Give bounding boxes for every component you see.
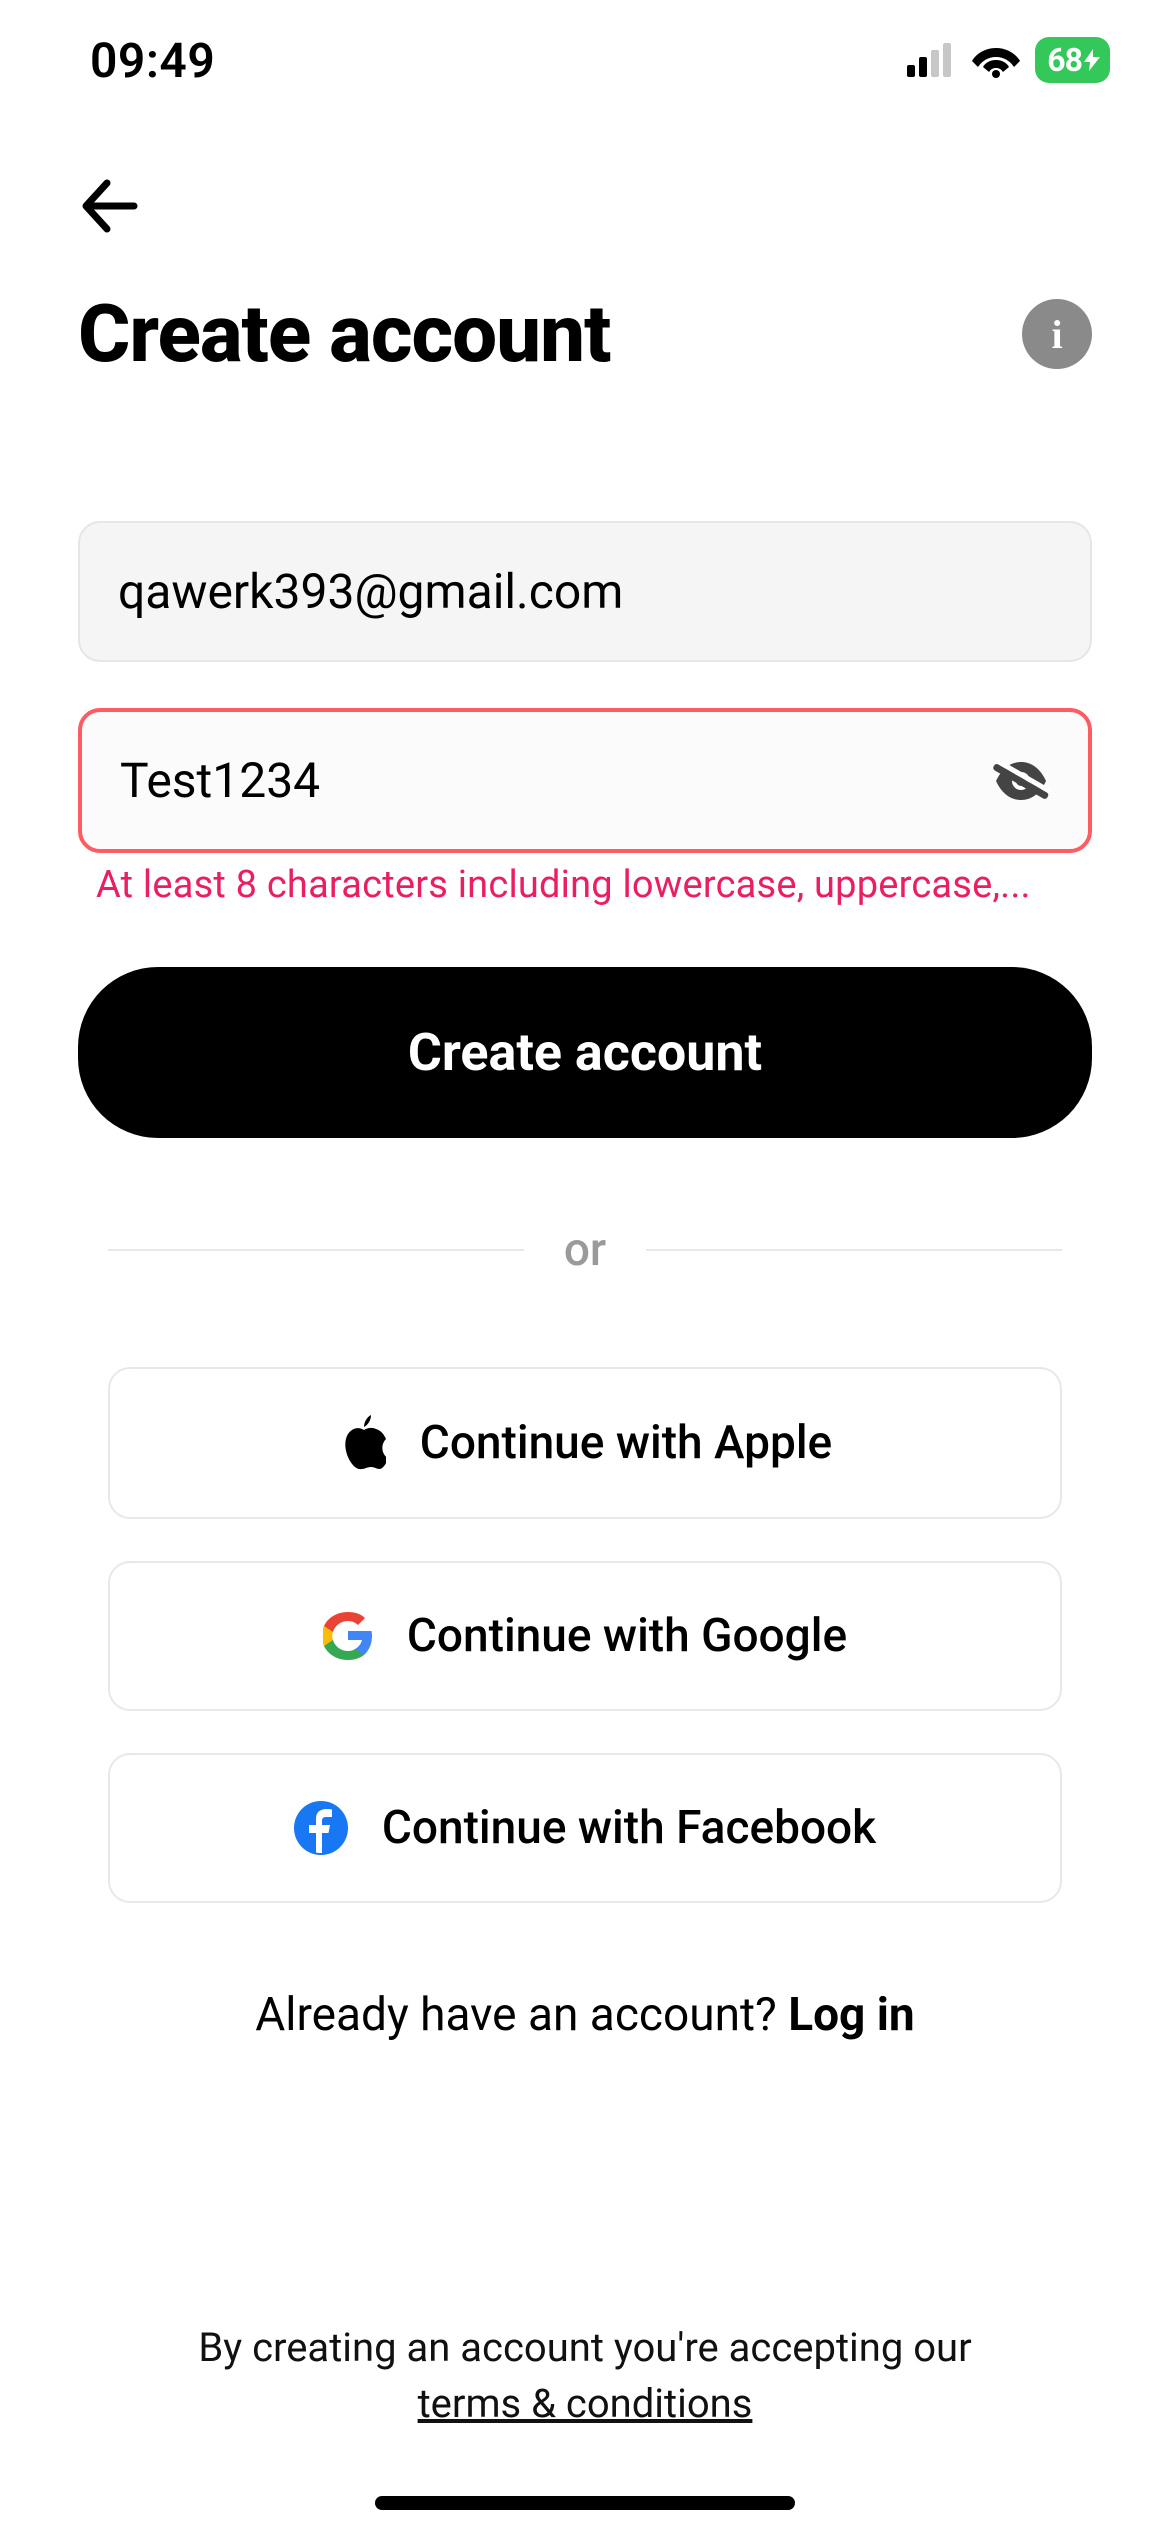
password-field[interactable]: Test1234 xyxy=(78,708,1092,853)
create-account-button[interactable]: Create account xyxy=(78,967,1092,1138)
divider-line-left xyxy=(108,1249,524,1251)
continue-facebook-button[interactable]: Continue with Facebook xyxy=(108,1753,1062,1903)
facebook-icon xyxy=(294,1801,348,1855)
login-prompt-text: Already have an account? xyxy=(255,1988,788,2042)
battery-indicator: 68 xyxy=(1035,37,1110,83)
page-title: Create account xyxy=(78,287,610,381)
divider-text: or xyxy=(564,1223,606,1277)
apple-icon xyxy=(338,1415,386,1471)
terms-block: By creating an account you're accepting … xyxy=(0,2320,1170,2432)
continue-apple-button[interactable]: Continue with Apple xyxy=(108,1367,1062,1519)
home-indicator[interactable] xyxy=(375,2496,795,2510)
divider-line-right xyxy=(646,1249,1062,1251)
login-link[interactable]: Log in xyxy=(788,1988,915,2042)
terms-link[interactable]: terms & conditions xyxy=(0,2376,1170,2432)
password-value: Test1234 xyxy=(120,752,992,809)
email-value: qawerk393@gmail.com xyxy=(118,563,1052,620)
terms-text: By creating an account you're accepting … xyxy=(0,2320,1170,2376)
login-prompt: Already have an account? Log in xyxy=(78,1988,1092,2042)
facebook-label: Continue with Facebook xyxy=(382,1801,876,1855)
google-label: Continue with Google xyxy=(407,1609,847,1663)
apple-label: Continue with Apple xyxy=(420,1416,832,1470)
divider: or xyxy=(108,1223,1062,1277)
eye-off-icon[interactable] xyxy=(992,756,1050,806)
back-icon[interactable] xyxy=(78,175,1092,237)
cellular-icon xyxy=(907,43,957,77)
wifi-icon xyxy=(971,42,1021,78)
password-error-text: At least 8 characters including lowercas… xyxy=(78,863,1092,907)
continue-google-button[interactable]: Continue with Google xyxy=(108,1561,1062,1711)
status-time: 09:49 xyxy=(90,32,215,89)
status-bar: 09:49 68 xyxy=(0,0,1170,120)
create-account-label: Create account xyxy=(408,1022,762,1083)
battery-percent: 68 xyxy=(1047,41,1082,79)
info-icon[interactable]: i xyxy=(1022,299,1092,369)
email-field[interactable]: qawerk393@gmail.com xyxy=(78,521,1092,662)
google-icon xyxy=(323,1611,373,1661)
